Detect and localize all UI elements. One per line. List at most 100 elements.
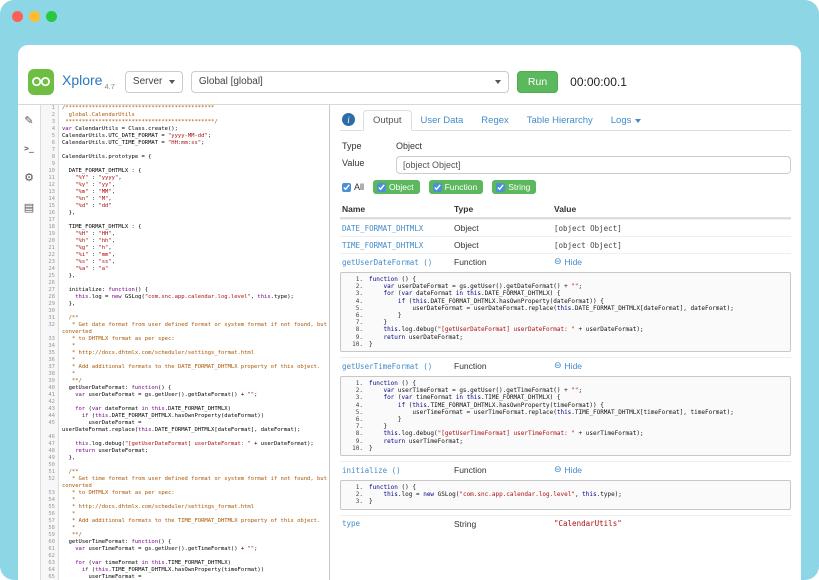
editor-line[interactable]: 22 "%i" : "mm", [41,252,329,259]
editor-line[interactable]: 16 }, [41,210,329,217]
editor-line[interactable]: 18 TIME_FORMAT_DHTMLX : { [41,224,329,231]
editor-line[interactable]: 28 this.log = new GSLog("com.snc.app.cal… [41,294,329,301]
editor-line[interactable]: 6CalendarUtils.UTC_TIME_FORMAT = "HH:mm:… [41,140,329,147]
filter-object[interactable]: Object [373,180,420,194]
editor-line[interactable]: 9 [41,161,329,168]
editor-line[interactable]: 14 "%n" : "M", [41,196,329,203]
close-window-icon[interactable] [12,11,23,22]
editor-line[interactable]: 39 **/ [41,378,329,385]
editor-line[interactable]: 27 initialize: function() { [41,287,329,294]
hide-link[interactable]: Hide [565,257,582,267]
tab-table-hierarchy[interactable]: Table Hierarchy [518,111,602,130]
editor-line[interactable]: 44 if (this.DATE_FORMAT_DHTMLX.hasOwnPro… [41,413,329,420]
settings-gear-icon[interactable]: ⚙ [24,172,34,183]
editor-line[interactable]: 12 "%y" : "yy", [41,182,329,189]
hide-toggle[interactable]: ⊖Hide [554,257,582,267]
editor-line[interactable]: 62 [41,553,329,560]
tab-regex[interactable]: Regex [472,111,517,130]
filter-all-checkbox[interactable] [342,183,351,192]
editor-line[interactable]: 42 [41,399,329,406]
editor-line[interactable]: 40 getUserDateFormat: function() { [41,385,329,392]
filter-all[interactable]: All [342,182,364,192]
editor-line[interactable]: 32 * Get date format from user defined f… [41,322,329,336]
editor-line[interactable]: 50 [41,462,329,469]
editor-line[interactable]: 59 **/ [41,532,329,539]
editor-line[interactable]: 10 DATE_FORMAT_DHTMLX : { [41,168,329,175]
filter-string[interactable]: String [492,180,536,194]
editor-line[interactable]: 51 /** [41,469,329,476]
result-name-link[interactable]: getUserTimeFormat () [342,362,454,371]
editor-line[interactable]: 38 * [41,371,329,378]
editor-line[interactable]: 21 "%g" : "h", [41,245,329,252]
editor-line[interactable]: 13 "%m" : "MM", [41,189,329,196]
tab-logs[interactable]: Logs [602,111,651,130]
code-editor[interactable]: 1/**************************************… [40,105,330,580]
editor-line[interactable]: 35 * http://docs.dhtmlx.com/scheduler/se… [41,350,329,357]
editor-line[interactable]: 1/**************************************… [41,105,329,112]
minimize-window-icon[interactable] [29,11,40,22]
info-icon[interactable]: i [342,113,355,126]
editor-line[interactable]: 55 * http://docs.dhtmlx.com/scheduler/se… [41,504,329,511]
editor-line[interactable]: 60 getUserTimeFormat: function() { [41,539,329,546]
result-name-link[interactable]: getUserDateFormat () [342,258,454,267]
editor-line[interactable]: 4var CalendarUtils = Class.create(); [41,126,329,133]
editor-line[interactable]: 49 }, [41,455,329,462]
terminal-icon[interactable]: >_ [24,145,34,153]
editor-line[interactable]: 45 userDateFormat = userDateFormat.repla… [41,420,329,434]
editor-line[interactable]: 33 * to DHTMLX format as per spec: [41,336,329,343]
editor-line[interactable]: 15 "%d" : "dd" [41,203,329,210]
hide-link[interactable]: Hide [565,361,582,371]
editor-line[interactable]: 29 }, [41,301,329,308]
editor-line[interactable]: 30 [41,308,329,315]
editor-line[interactable]: 53 * to DHTMLX format as per spec: [41,490,329,497]
editor-line[interactable]: 43 for (var dateFormat in this.DATE_FORM… [41,406,329,413]
editor-line[interactable]: 11 "%Y" : "yyyy", [41,175,329,182]
edit-script-icon[interactable]: ✎ [24,115,33,126]
docs-book-icon[interactable]: ▤ [24,202,34,213]
editor-line[interactable]: 61 var userTimeFormat = gs.getUser().get… [41,546,329,553]
editor-line[interactable]: 65 userTimeFormat = userTimeFormat.repla… [41,574,329,580]
editor-line[interactable]: 24 "%a" : "a" [41,266,329,273]
editor-line[interactable]: 8CalendarUtils.prototype = { [41,154,329,161]
editor-line[interactable]: 7 [41,147,329,154]
maximize-window-icon[interactable] [46,11,57,22]
scope-select[interactable]: Global [global] [191,71,509,93]
run-button[interactable]: Run [517,71,558,93]
editor-line[interactable]: 31 /** [41,315,329,322]
editor-line[interactable]: 17 [41,217,329,224]
filter-function[interactable]: Function [429,180,484,194]
editor-line[interactable]: 3 **************************************… [41,119,329,126]
editor-line[interactable]: 63 for (var timeFormat in this.TIME_FORM… [41,560,329,567]
hide-link[interactable]: Hide [565,465,582,475]
editor-line[interactable]: 41 var userDateFormat = gs.getUser().get… [41,392,329,399]
editor-line[interactable]: 19 "%H" : "HH", [41,231,329,238]
editor-line[interactable]: 52 * Get time format from user defined f… [41,476,329,490]
hide-toggle[interactable]: ⊖Hide [554,361,582,371]
editor-line[interactable]: 57 * Add additional formats to the TIME_… [41,518,329,525]
editor-line[interactable]: 25 }, [41,273,329,280]
editor-line[interactable]: 36 * [41,357,329,364]
editor-line[interactable]: 64 if (this.TIME_FORMAT_DHTMLX.hasOwnPro… [41,567,329,574]
filter-string-checkbox[interactable] [496,183,505,192]
editor-line[interactable]: 46 [41,434,329,441]
hide-toggle[interactable]: ⊖Hide [554,465,582,475]
editor-line[interactable]: 20 "%h" : "hh", [41,238,329,245]
editor-line[interactable]: 34 * [41,343,329,350]
editor-line[interactable]: 37 * Add additional formats to the DATE_… [41,364,329,371]
editor-line[interactable]: 5CalendarUtils.UTC_DATE_FORMAT = "yyyy-M… [41,133,329,140]
server-select[interactable]: Server [125,71,183,93]
editor-line[interactable]: 2 global.CalendarUtils [41,112,329,119]
editor-line[interactable]: 58 * [41,525,329,532]
editor-line[interactable]: 48 return userDateFormat; [41,448,329,455]
tab-user-data[interactable]: User Data [412,111,473,130]
result-name-link[interactable]: type [342,519,454,528]
editor-line[interactable]: 47 this.log.debug("[getUserDateFormat] u… [41,441,329,448]
tab-output[interactable]: Output [363,110,412,131]
editor-line[interactable]: 23 "%s" : "ss", [41,259,329,266]
filter-object-checkbox[interactable] [377,183,386,192]
result-name-link[interactable]: initialize () [342,466,454,475]
editor-line[interactable]: 26 [41,280,329,287]
editor-line[interactable]: 56 * [41,511,329,518]
result-name-link[interactable]: DATE_FORMAT_DHTMLX [342,224,454,233]
filter-function-checkbox[interactable] [433,183,442,192]
